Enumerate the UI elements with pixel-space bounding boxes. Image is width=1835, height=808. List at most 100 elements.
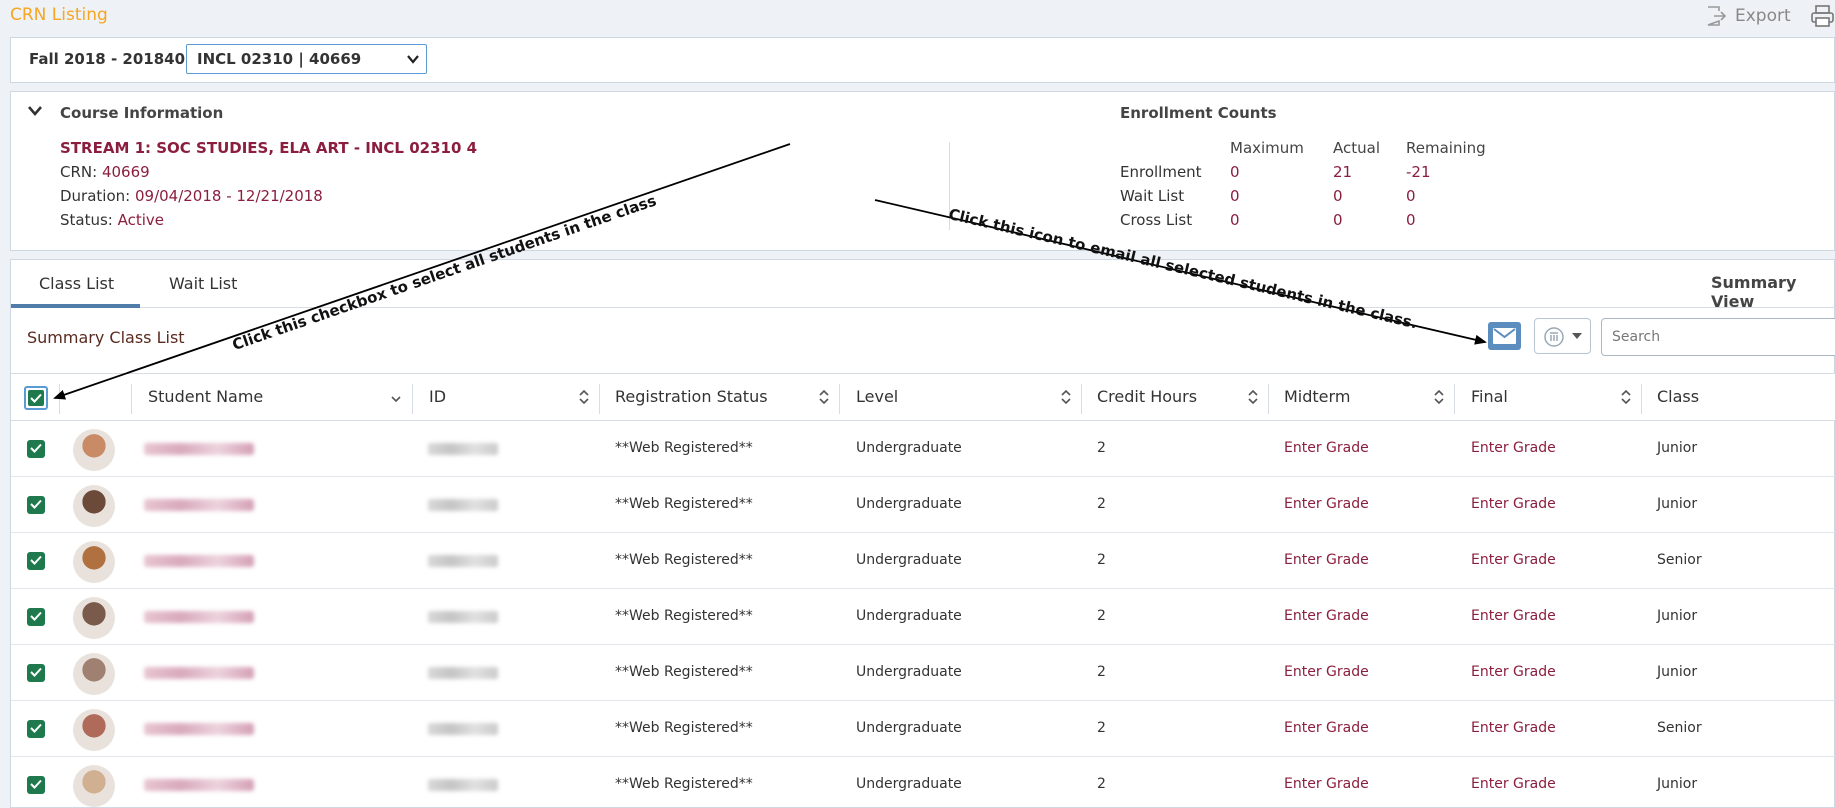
select-all-checkbox[interactable] (24, 386, 48, 410)
table-row: **Web Registered** Undergraduate 2 Enter Gr… (11, 533, 1835, 589)
credit-hours-cell: 2 (1097, 496, 1106, 512)
row-checkbox[interactable] (27, 720, 45, 738)
midterm-grade-link[interactable]: Enter Grade (1284, 720, 1369, 736)
credit-hours-cell: 2 (1097, 440, 1106, 456)
student-id-redacted (428, 499, 498, 511)
sort-icon[interactable] (1061, 389, 1071, 405)
final-grade-link[interactable]: Enter Grade (1471, 664, 1556, 680)
student-id-redacted (428, 779, 498, 791)
search-input[interactable] (1601, 318, 1835, 356)
final-grade-link[interactable]: Enter Grade (1471, 552, 1556, 568)
midterm-grade-link[interactable]: Enter Grade (1284, 776, 1369, 792)
column-separator (1454, 384, 1455, 414)
checkmark-icon (30, 393, 42, 403)
class-cell: Junior (1657, 664, 1698, 680)
table-header: Student Name ID Registration Status Leve… (11, 373, 1835, 421)
level-cell: Undergraduate (856, 608, 962, 624)
registration-status-cell: **Web Registered** (615, 776, 753, 792)
row-checkbox[interactable] (27, 608, 45, 626)
column-header-class[interactable]: Class (1657, 387, 1699, 406)
sort-icon[interactable] (1621, 389, 1631, 405)
course-info-card: Course Information STREAM 1: SOC STUDIES… (10, 91, 1835, 251)
tab-wait-list[interactable]: Wait List (169, 274, 237, 293)
column-header-credit-hours[interactable]: Credit Hours (1097, 387, 1197, 406)
sort-desc-icon[interactable] (391, 393, 401, 409)
column-separator (839, 384, 840, 414)
student-name-redacted[interactable] (144, 555, 254, 567)
level-cell: Undergraduate (856, 552, 962, 568)
waitlist-row-label: Wait List (1120, 187, 1185, 205)
student-name-redacted[interactable] (144, 779, 254, 791)
level-cell: Undergraduate (856, 776, 962, 792)
summary-view-toggle[interactable]: Summary View (1711, 273, 1835, 311)
column-header-registration-status[interactable]: Registration Status (615, 387, 768, 406)
row-checkbox[interactable] (27, 440, 45, 458)
table-row: **Web Registered** Undergraduate 2 Enter Gr… (11, 645, 1835, 701)
sort-icon[interactable] (579, 389, 589, 405)
student-id-redacted (428, 443, 498, 455)
checkmark-icon (30, 555, 42, 565)
checkmark-icon (30, 499, 42, 509)
status-value: Active (117, 211, 165, 229)
checkbox-fill (28, 390, 44, 406)
sort-icon[interactable] (1248, 389, 1258, 405)
registration-status-cell: **Web Registered** (615, 608, 753, 624)
level-cell: Undergraduate (856, 664, 962, 680)
print-icon[interactable] (1810, 4, 1835, 28)
student-name-redacted[interactable] (144, 443, 254, 455)
credit-hours-cell: 2 (1097, 776, 1106, 792)
column-header-midterm[interactable]: Midterm (1284, 387, 1350, 406)
midterm-grade-link[interactable]: Enter Grade (1284, 496, 1369, 512)
final-grade-link[interactable]: Enter Grade (1471, 720, 1556, 736)
registration-status-cell: **Web Registered** (615, 552, 753, 568)
email-button[interactable] (1488, 322, 1521, 350)
sort-icon[interactable] (1434, 389, 1444, 405)
student-name-redacted[interactable] (144, 499, 254, 511)
student-name-redacted[interactable] (144, 667, 254, 679)
midterm-grade-link[interactable]: Enter Grade (1284, 552, 1369, 568)
credit-hours-cell: 2 (1097, 608, 1106, 624)
row-checkbox[interactable] (27, 496, 45, 514)
tab-class-list[interactable]: Class List (39, 274, 114, 293)
enrollment-header-remaining: Remaining (1406, 139, 1486, 157)
student-name-redacted[interactable] (144, 611, 254, 623)
enrollment-row-label: Enrollment (1120, 163, 1202, 181)
midterm-grade-link[interactable]: Enter Grade (1284, 664, 1369, 680)
student-name-redacted[interactable] (144, 723, 254, 735)
registration-status-cell: **Web Registered** (615, 664, 753, 680)
collapse-chevron-icon[interactable] (27, 105, 43, 117)
table-row: **Web Registered** Undergraduate 2 Enter Gr… (11, 757, 1835, 808)
final-grade-link[interactable]: Enter Grade (1471, 496, 1556, 512)
column-header-id[interactable]: ID (429, 387, 446, 406)
midterm-grade-link[interactable]: Enter Grade (1284, 440, 1369, 456)
column-separator (1081, 384, 1082, 414)
registration-status-cell: **Web Registered** (615, 720, 753, 736)
credit-hours-cell: 2 (1097, 664, 1106, 680)
column-header-level[interactable]: Level (856, 387, 898, 406)
level-cell: Undergraduate (856, 496, 962, 512)
row-checkbox[interactable] (27, 776, 45, 794)
table-row: **Web Registered** Undergraduate 2 Enter Gr… (11, 477, 1835, 533)
duration-row: Duration: 09/04/2018 - 12/21/2018 (60, 187, 323, 205)
student-id-redacted (428, 555, 498, 567)
export-button[interactable]: Export (1705, 5, 1791, 27)
avatar (73, 429, 115, 471)
row-checkbox[interactable] (27, 664, 45, 682)
crn-value: 40669 (101, 163, 150, 181)
final-grade-link[interactable]: Enter Grade (1471, 776, 1556, 792)
midterm-grade-link[interactable]: Enter Grade (1284, 608, 1369, 624)
final-grade-link[interactable]: Enter Grade (1471, 608, 1556, 624)
student-id-redacted (428, 723, 498, 735)
column-header-student-name[interactable]: Student Name (148, 387, 263, 406)
column-header-final[interactable]: Final (1471, 387, 1508, 406)
row-checkbox[interactable] (27, 552, 45, 570)
sort-icon[interactable] (819, 389, 829, 405)
section-divider (949, 142, 950, 230)
duration-label: Duration: (60, 187, 131, 205)
column-separator (1268, 384, 1269, 414)
final-grade-link[interactable]: Enter Grade (1471, 440, 1556, 456)
summary-class-list-title: Summary Class List (27, 328, 185, 347)
crn-select[interactable]: INCL 02310 | 40669 (186, 44, 427, 74)
column-chooser-button[interactable] (1534, 318, 1591, 354)
chevron-down-icon (407, 55, 419, 64)
